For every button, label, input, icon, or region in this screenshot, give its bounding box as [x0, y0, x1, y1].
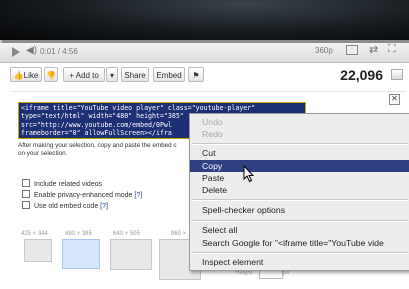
dislike-button[interactable]: 👎 — [44, 67, 58, 82]
checkbox[interactable] — [22, 190, 30, 198]
option-label: Enable privacy-enhanced mode — [34, 192, 133, 199]
privacy-help-link[interactable]: [?] — [134, 192, 142, 199]
play-icon[interactable] — [12, 47, 20, 57]
size-label: 640 × 505 — [113, 231, 140, 237]
time-display: 0:01 / 4:56 — [40, 47, 78, 56]
player-controls: ◀) 0:01 / 4:56 360p ⇄ ⛶ — [0, 40, 409, 63]
flag-icon: ⚑ — [192, 71, 200, 80]
checkbox[interactable] — [22, 201, 30, 209]
size-option-small[interactable] — [24, 239, 52, 262]
size-label: 960 × — [171, 231, 187, 237]
stats-icon[interactable] — [391, 69, 403, 80]
like-label: Like — [23, 71, 39, 80]
add-to-dropdown[interactable]: ▾ — [106, 67, 118, 82]
thumbs-down-icon: 👎 — [46, 71, 56, 80]
size-label: 480 × 385 — [65, 231, 92, 237]
menu-separator — [192, 199, 408, 201]
checkbox[interactable] — [22, 179, 30, 187]
progress-bar[interactable] — [0, 40, 409, 43]
context-menu: Undo Redo Cut Copy Paste Delete Spell-ch… — [189, 113, 409, 271]
option-label: Use old embed code — [34, 203, 99, 210]
action-bar: 👍Like 👎 + Add to ▾ Share Embed ⚑ 22,096 — [0, 63, 409, 85]
popout-icon[interactable] — [346, 45, 358, 55]
option-old-embed[interactable]: Use old embed code [?] — [22, 201, 108, 210]
expand-icon[interactable]: ⇄ — [369, 43, 378, 56]
chevron-down-icon: ▾ — [109, 71, 114, 80]
size-label: 425 × 344 — [21, 231, 48, 237]
menu-item-select-all[interactable]: Select all — [190, 224, 409, 236]
size-option-medium[interactable] — [62, 239, 100, 269]
embed-help-text: After making your selection, copy and pa… — [18, 142, 198, 158]
menu-item-inspect[interactable]: Inspect element — [190, 256, 409, 268]
menu-item-delete[interactable]: Delete — [190, 184, 409, 196]
option-related[interactable]: Include related videos — [22, 179, 102, 188]
menu-separator — [192, 143, 408, 145]
volume-icon[interactable]: ◀) — [26, 45, 37, 56]
mouse-cursor-icon — [243, 165, 255, 183]
plus-icon: + — [69, 71, 74, 80]
embed-code-line: <iframe title="YouTube video player" cla… — [21, 104, 256, 112]
menu-item-copy[interactable]: Copy — [190, 160, 409, 172]
menu-separator — [192, 220, 408, 222]
like-button[interactable]: 👍Like — [10, 67, 42, 82]
menu-item-undo[interactable]: Undo — [190, 116, 409, 128]
menu-item-cut[interactable]: Cut — [190, 147, 409, 159]
embed-button[interactable]: Embed — [153, 67, 185, 82]
add-to-button[interactable]: + Add to — [63, 67, 105, 82]
fullscreen-icon[interactable]: ⛶ — [388, 43, 396, 56]
share-button[interactable]: Share — [121, 67, 149, 82]
menu-item-redo[interactable]: Redo — [190, 128, 409, 140]
help-line: on your selection. — [18, 150, 68, 157]
option-privacy[interactable]: Enable privacy-enhanced mode [?] — [22, 190, 142, 199]
menu-separator — [192, 252, 408, 254]
old-embed-help-link[interactable]: [?] — [100, 203, 108, 210]
flag-button[interactable]: ⚑ — [188, 67, 204, 82]
help-line: After making your selection, copy and pa… — [18, 142, 177, 149]
add-to-label: Add to — [75, 71, 99, 80]
menu-item-spellcheck[interactable]: Spell-checker options — [190, 204, 409, 216]
menu-item-search-google[interactable]: Search Google for "<iframe title="YouTub… — [190, 237, 409, 249]
menu-item-paste[interactable]: Paste — [190, 172, 409, 184]
video-frame[interactable] — [0, 0, 409, 40]
quality-selector[interactable]: 360p — [315, 46, 333, 55]
thumbs-up-icon: 👍 — [13, 71, 24, 80]
close-icon[interactable]: ✕ — [389, 94, 400, 105]
size-option-large[interactable] — [110, 239, 152, 270]
view-count: 22,096 — [340, 67, 383, 83]
progress-fill — [0, 40, 2, 43]
option-label: Include related videos — [34, 181, 103, 188]
